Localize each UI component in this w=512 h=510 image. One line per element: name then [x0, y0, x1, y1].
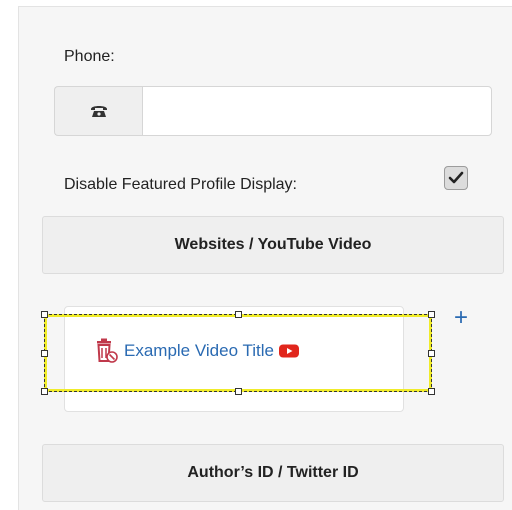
phone-input[interactable] — [142, 86, 492, 136]
resize-handle-bottom-middle[interactable] — [235, 388, 242, 395]
resize-handle-top-right[interactable] — [428, 311, 435, 318]
disable-featured-checkbox[interactable] — [444, 166, 468, 190]
checkmark-icon — [448, 171, 464, 184]
resize-handle-top-middle[interactable] — [235, 311, 242, 318]
websites-youtube-button[interactable]: Websites / YouTube Video — [42, 216, 504, 274]
phone-icon — [90, 106, 107, 117]
phone-addon — [54, 86, 142, 136]
phone-input-group — [54, 86, 492, 136]
resize-handle-bottom-right[interactable] — [428, 388, 435, 395]
video-item: Example Video Title — [94, 338, 300, 364]
video-title-link[interactable]: Example Video Title — [124, 341, 274, 361]
resize-handle-bottom-left[interactable] — [41, 388, 48, 395]
resize-handle-top-left[interactable] — [41, 311, 48, 318]
phone-label: Phone: — [64, 48, 115, 65]
trash-icon[interactable] — [94, 338, 118, 364]
youtube-icon — [278, 344, 299, 358]
resize-handle-middle-right[interactable] — [428, 350, 435, 357]
resize-handle-middle-left[interactable] — [41, 350, 48, 357]
disable-featured-label: Disable Featured Profile Display: — [64, 176, 297, 193]
add-video-button[interactable]: + — [454, 306, 468, 330]
author-twitter-button[interactable]: Author’s ID / Twitter ID — [42, 444, 504, 502]
